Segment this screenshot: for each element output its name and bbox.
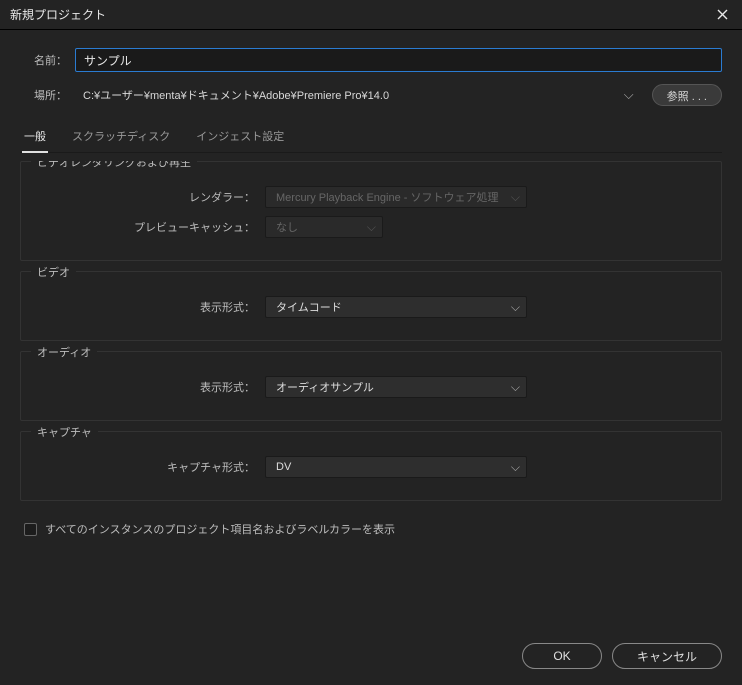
video-format-select[interactable]: タイムコード ⌵ xyxy=(265,296,527,318)
chevron-down-icon: ⌵ xyxy=(624,87,634,103)
chevron-down-icon: ⌵ xyxy=(511,380,520,395)
group-video-rendering: ビデオレンダリングおよび再生 レンダラー： Mercury Playback E… xyxy=(20,161,722,261)
window-title: 新規プロジェクト xyxy=(10,6,106,23)
show-labels-row: すべてのインスタンスのプロジェクト項目名およびラベルカラーを表示 xyxy=(20,511,722,547)
close-button[interactable] xyxy=(710,3,734,27)
group-legend-capture: キャプチャ xyxy=(31,424,98,440)
titlebar: 新規プロジェクト xyxy=(0,0,742,30)
chevron-down-icon: ⌵ xyxy=(511,300,520,315)
chevron-down-icon: ⌵ xyxy=(511,190,520,205)
group-capture: キャプチャ キャプチャ形式： DV ⌵ xyxy=(20,431,722,501)
show-labels-checkbox[interactable] xyxy=(24,523,37,536)
show-labels-text: すべてのインスタンスのプロジェクト項目名およびラベルカラーを表示 xyxy=(45,521,395,537)
renderer-label: レンダラー： xyxy=(35,189,265,205)
tab-ingest-settings[interactable]: インジェスト設定 xyxy=(194,122,286,152)
group-legend-video: ビデオ xyxy=(31,264,76,280)
footer: OK キャンセル xyxy=(0,631,742,685)
capture-format-select[interactable]: DV ⌵ xyxy=(265,456,527,478)
audio-format-select[interactable]: オーディオサンプル ⌵ xyxy=(265,376,527,398)
cancel-button[interactable]: キャンセル xyxy=(612,643,722,669)
renderer-value: Mercury Playback Engine - ソフトウェア処理 xyxy=(276,189,499,205)
tab-general[interactable]: 一般 xyxy=(22,122,48,152)
group-audio: オーディオ 表示形式： オーディオサンプル ⌵ xyxy=(20,351,722,421)
browse-button[interactable]: 参照 . . . xyxy=(652,84,722,106)
group-legend-render: ビデオレンダリングおよび再生 xyxy=(31,161,197,170)
ok-button[interactable]: OK xyxy=(522,643,602,669)
chevron-down-icon: ⌵ xyxy=(367,220,376,235)
chevron-down-icon: ⌵ xyxy=(511,460,520,475)
location-select[interactable]: C:¥ユーザー¥menta¥ドキュメント¥Adobe¥Premiere Pro¥… xyxy=(75,84,642,106)
preview-cache-value: なし xyxy=(276,219,298,235)
audio-format-label: 表示形式： xyxy=(35,379,265,395)
audio-format-value: オーディオサンプル xyxy=(276,379,374,395)
group-video: ビデオ 表示形式： タイムコード ⌵ xyxy=(20,271,722,341)
video-format-label: 表示形式： xyxy=(35,299,265,315)
location-label: 場所： xyxy=(20,87,75,103)
renderer-select: Mercury Playback Engine - ソフトウェア処理 ⌵ xyxy=(265,186,527,208)
video-format-value: タイムコード xyxy=(276,299,342,315)
name-label: 名前： xyxy=(20,52,75,68)
group-legend-audio: オーディオ xyxy=(31,344,97,360)
capture-format-value: DV xyxy=(276,461,291,473)
tab-bar: 一般 スクラッチディスク インジェスト設定 xyxy=(20,118,722,153)
project-name-input[interactable] xyxy=(75,48,722,72)
location-value: C:¥ユーザー¥menta¥ドキュメント¥Adobe¥Premiere Pro¥… xyxy=(83,87,389,103)
capture-format-label: キャプチャ形式： xyxy=(35,459,265,475)
tab-scratch-disks[interactable]: スクラッチディスク xyxy=(70,122,172,152)
close-icon xyxy=(717,9,728,20)
preview-cache-select: なし ⌵ xyxy=(265,216,383,238)
preview-cache-label: プレビューキャッシュ： xyxy=(35,219,265,235)
tab-panel-general: ビデオレンダリングおよび再生 レンダラー： Mercury Playback E… xyxy=(20,161,722,621)
